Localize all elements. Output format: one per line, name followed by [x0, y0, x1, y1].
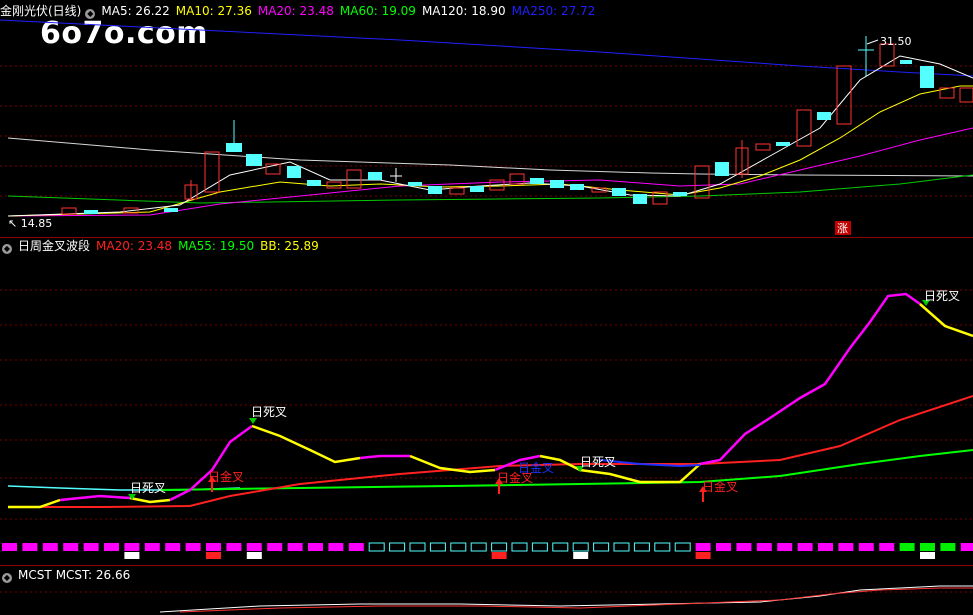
signal-box [246, 543, 262, 551]
signal-box [511, 542, 528, 552]
signal-box [287, 543, 303, 551]
candles[interactable] [61, 36, 973, 215]
signal-sub-box [246, 552, 262, 559]
low-price-label: ↖ 14.85 [8, 217, 52, 230]
signal-box [940, 543, 956, 551]
signal-sub-box [124, 552, 140, 559]
signal-sub-box [206, 552, 221, 559]
high-price-label: 31.50 [880, 35, 912, 48]
signal-box [470, 542, 487, 552]
signal-box [429, 542, 446, 552]
chart-canvas[interactable]: 31.50 ↖ 14.85 涨 日死叉 日死叉 日金叉 日金叉 日金叉 日死叉 … [0, 0, 973, 615]
signal-box [756, 543, 772, 551]
bb-yellow-line [8, 498, 61, 509]
zhang-label: 涨 [837, 222, 848, 235]
signal-box [716, 543, 731, 551]
ma55-ind-line [159, 449, 973, 491]
signal-box [124, 543, 140, 551]
signal-box [797, 543, 813, 551]
signal-box [206, 543, 221, 551]
annotation-label: 日死叉 [130, 481, 166, 495]
signal-box [593, 542, 610, 552]
signal-box [858, 543, 874, 551]
annotation-label: 日死叉 [580, 455, 616, 469]
signal-box [838, 543, 854, 551]
ma250-line [0, 19, 973, 77]
signal-box [695, 543, 711, 551]
signal-box [899, 543, 915, 551]
signal-box [83, 543, 99, 551]
bb-yellow-line [409, 454, 496, 474]
signal-box [879, 543, 895, 551]
signal-box [674, 542, 691, 552]
annotation-label: 日金叉 [518, 460, 554, 475]
signal-box [450, 542, 467, 552]
signal-box [777, 543, 793, 551]
high-pointer [866, 39, 879, 45]
bb-magenta-line [699, 292, 921, 466]
signal-box [104, 543, 119, 551]
signal-sub-box [491, 552, 507, 559]
signal-box [42, 543, 58, 551]
signal-box [267, 543, 283, 551]
signal-box [920, 543, 935, 551]
signal-box [531, 542, 548, 552]
bb-yellow-line [251, 424, 361, 464]
signal-box [389, 542, 406, 552]
signal-box [165, 543, 181, 551]
signal-box [144, 543, 160, 551]
signal-box [328, 543, 344, 551]
signal-sub-box [920, 552, 935, 559]
bb-yellow-line [129, 496, 171, 504]
annotation-label: 日金叉 [702, 479, 738, 494]
bb-yellow-line [919, 303, 973, 338]
annotation-label: 日死叉 [924, 289, 960, 303]
signal-box [409, 542, 426, 552]
signal-box [572, 542, 589, 552]
signal-sub-box [695, 552, 711, 559]
signal-box [308, 543, 323, 551]
signal-box [22, 543, 38, 551]
signal-box [491, 542, 508, 552]
signal-box [348, 543, 364, 551]
ma120-line [7, 137, 973, 177]
signal-box [613, 542, 630, 552]
signal-box [960, 543, 973, 551]
signal-box [818, 543, 833, 551]
signal-box [654, 542, 671, 552]
signal-box [552, 542, 569, 552]
signal-box [226, 543, 242, 551]
signal-box [633, 542, 650, 552]
ma20-line [7, 127, 973, 217]
annotation-label: 日死叉 [251, 405, 287, 419]
bb-magenta-line [59, 494, 131, 502]
annotation-label: 日金叉 [208, 469, 244, 484]
annotations: 日死叉 日死叉 日金叉 日金叉 日金叉 日死叉 日金叉 日死叉 [130, 289, 960, 495]
signal-box [63, 543, 79, 551]
signal-box [185, 543, 201, 551]
signal-box [736, 543, 752, 551]
signal-sub-box [573, 552, 589, 559]
signal-box [368, 542, 385, 552]
signal-bar-row [2, 542, 973, 559]
bb-magenta-line [359, 454, 410, 460]
signal-box [2, 543, 17, 551]
